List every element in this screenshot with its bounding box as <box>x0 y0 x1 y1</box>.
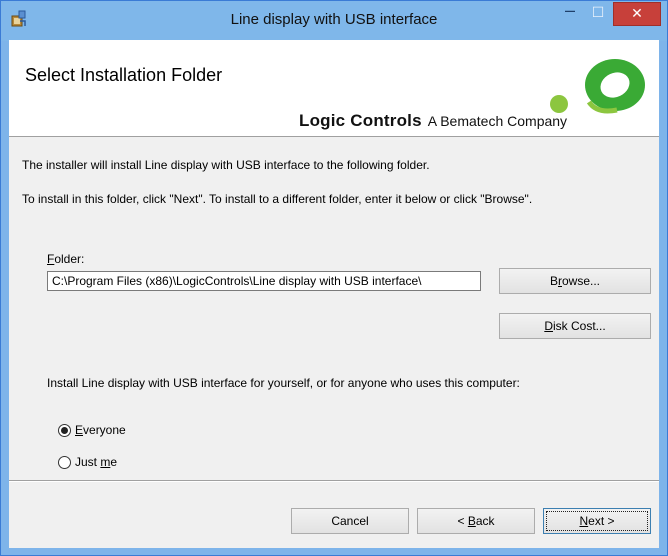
back-label-pre: < <box>457 514 468 528</box>
back-label-accel: B <box>467 514 476 528</box>
back-label-rest: ack <box>475 514 495 528</box>
next-button[interactable]: Next > <box>543 508 651 534</box>
folder-label: Folder: <box>47 252 84 266</box>
title-bar[interactable]: Line display with USB interface – ☐ ✕ <box>1 1 667 41</box>
brand-tagline: A Bematech Company <box>427 113 568 129</box>
install-instructions: To install in this folder, click "Next".… <box>22 192 533 206</box>
radio-just-me-indicator[interactable] <box>58 455 71 469</box>
next-label-rest: ext > <box>588 514 615 528</box>
back-button[interactable]: < Back <box>417 508 535 534</box>
close-button[interactable]: ✕ <box>613 2 661 26</box>
radio-just-me-rest: e <box>110 455 118 469</box>
radio-everyone-label: Everyone <box>75 423 126 437</box>
install-for-prompt: Install Line display with USB interface … <box>47 376 520 390</box>
brand-text: Logic Controls A Bematech Company <box>299 111 567 131</box>
cancel-button[interactable]: Cancel <box>291 508 409 534</box>
radio-just-me-label: Just me <box>75 455 117 469</box>
radio-everyone[interactable]: Everyone <box>58 421 126 439</box>
browse-label-post: owse... <box>562 274 601 288</box>
dialog-client-area: Select Installation Folder Logic Control… <box>9 40 659 548</box>
radio-everyone-indicator[interactable] <box>58 423 71 437</box>
banner: Select Installation Folder Logic Control… <box>9 40 659 137</box>
installer-window: Line display with USB interface – ☐ ✕ Se… <box>0 0 668 556</box>
browse-button[interactable]: Browse... <box>499 268 651 294</box>
install-description: The installer will install Line display … <box>22 158 430 172</box>
radio-everyone-rest: veryone <box>83 423 126 437</box>
footer-divider <box>9 480 659 482</box>
folder-label-rest: older: <box>54 252 85 266</box>
page-title: Select Installation Folder <box>25 65 223 85</box>
radio-just-me[interactable]: Just me <box>58 453 117 471</box>
maximize-button[interactable]: ☐ <box>585 2 611 24</box>
logic-controls-logo-icon <box>550 59 645 114</box>
radio-just-me-accel: m <box>100 455 111 469</box>
browse-label-pre: B <box>549 274 558 288</box>
disk-cost-button[interactable]: Disk Cost... <box>499 313 651 339</box>
next-button-focus-frame: Next > <box>546 511 648 531</box>
minimize-button[interactable]: – <box>557 1 583 24</box>
disk-cost-label: isk Cost... <box>552 319 606 333</box>
next-label-accel: N <box>579 514 589 528</box>
brand-name: Logic Controls <box>299 111 422 130</box>
folder-path-input[interactable] <box>47 271 481 291</box>
radio-everyone-accel: E <box>75 423 84 437</box>
disk-cost-accel: D <box>544 319 553 333</box>
radio-just-me-pre: Just <box>75 455 101 469</box>
